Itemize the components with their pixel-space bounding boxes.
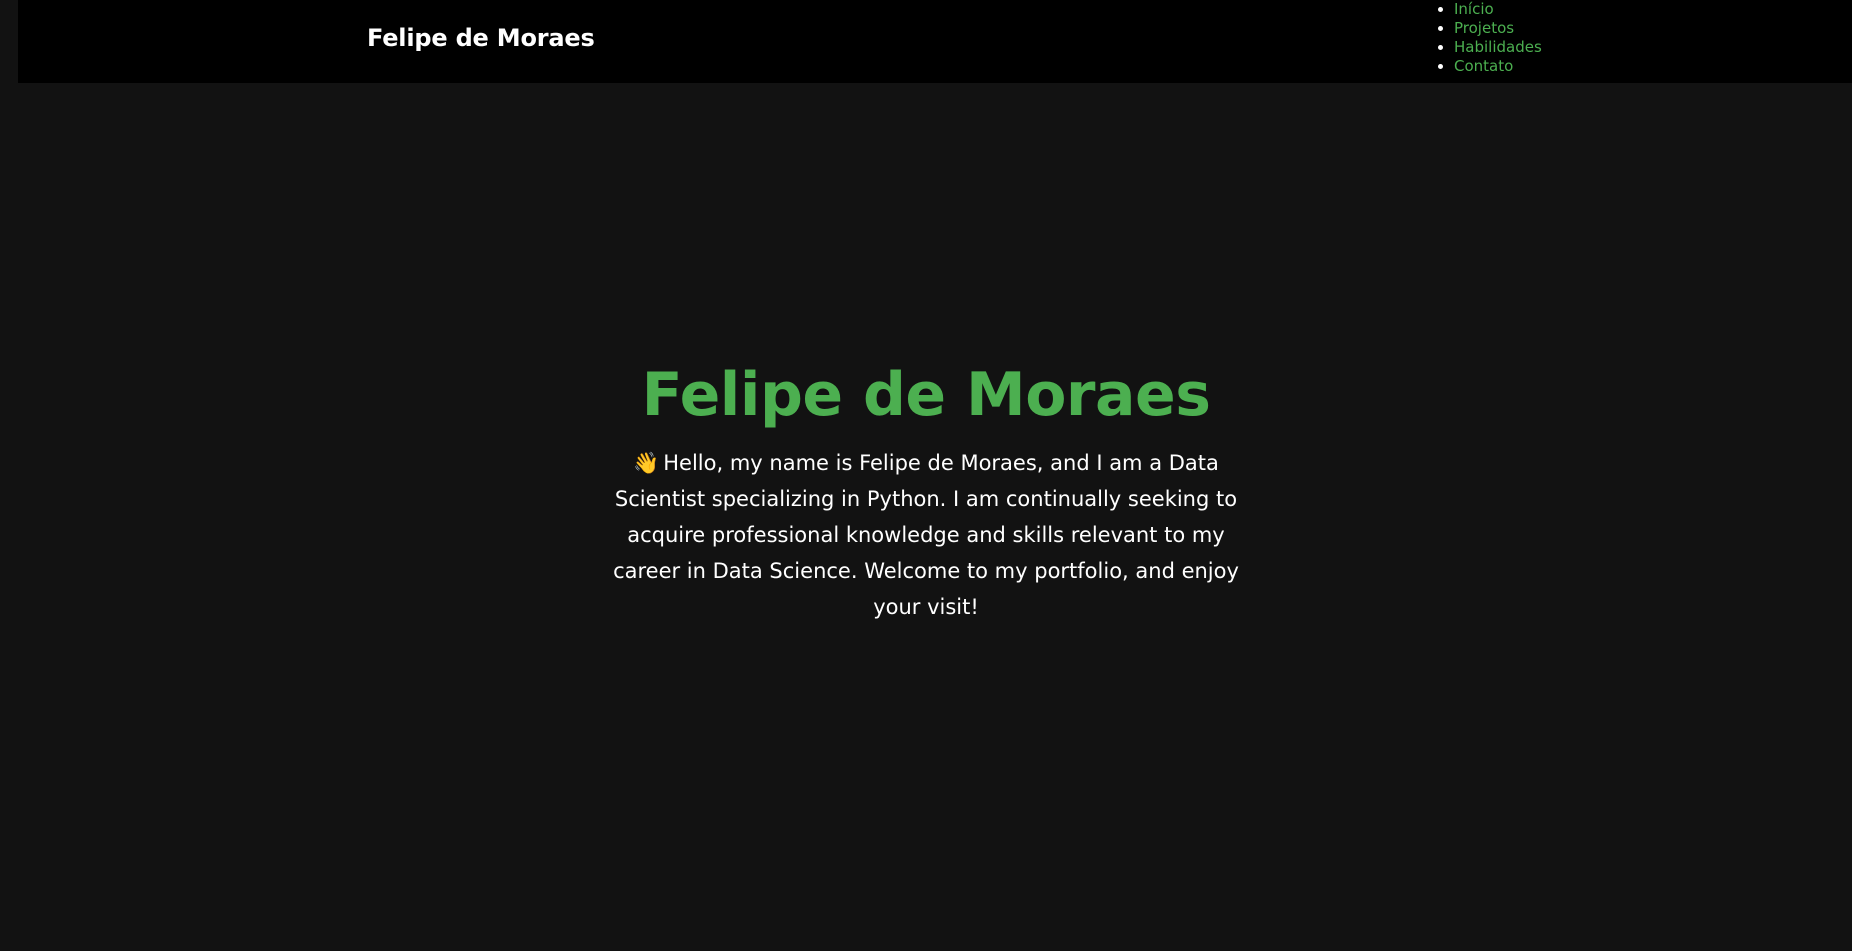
nav-link-inicio[interactable]: Início xyxy=(1454,0,1494,18)
main-nav: Início Projetos Habilidades Contato xyxy=(1432,0,1542,76)
nav-item-habilidades: Habilidades xyxy=(1454,38,1542,57)
hero-intro: 👋 Hello, my name is Felipe de Moraes, and… xyxy=(596,445,1256,625)
hero-section: Felipe de Moraes 👋 Hello, my name is Feli… xyxy=(596,355,1256,625)
hero-title: Felipe de Moraes xyxy=(641,360,1211,430)
site-brand[interactable]: Felipe de Moraes xyxy=(367,24,595,52)
nav-item-projetos: Projetos xyxy=(1454,19,1542,38)
nav-item-inicio: Início xyxy=(1454,0,1542,19)
nav-link-projetos[interactable]: Projetos xyxy=(1454,19,1514,37)
site-header: Felipe de Moraes Início Projetos Habilid… xyxy=(18,0,1852,83)
nav-item-contato: Contato xyxy=(1454,57,1542,76)
nav-link-habilidades[interactable]: Habilidades xyxy=(1454,38,1542,56)
nav-link-contato[interactable]: Contato xyxy=(1454,57,1513,75)
waving-hand-icon: 👋 xyxy=(633,451,660,475)
hero-intro-text: Hello, my name is Felipe de Moraes, and … xyxy=(613,451,1239,619)
